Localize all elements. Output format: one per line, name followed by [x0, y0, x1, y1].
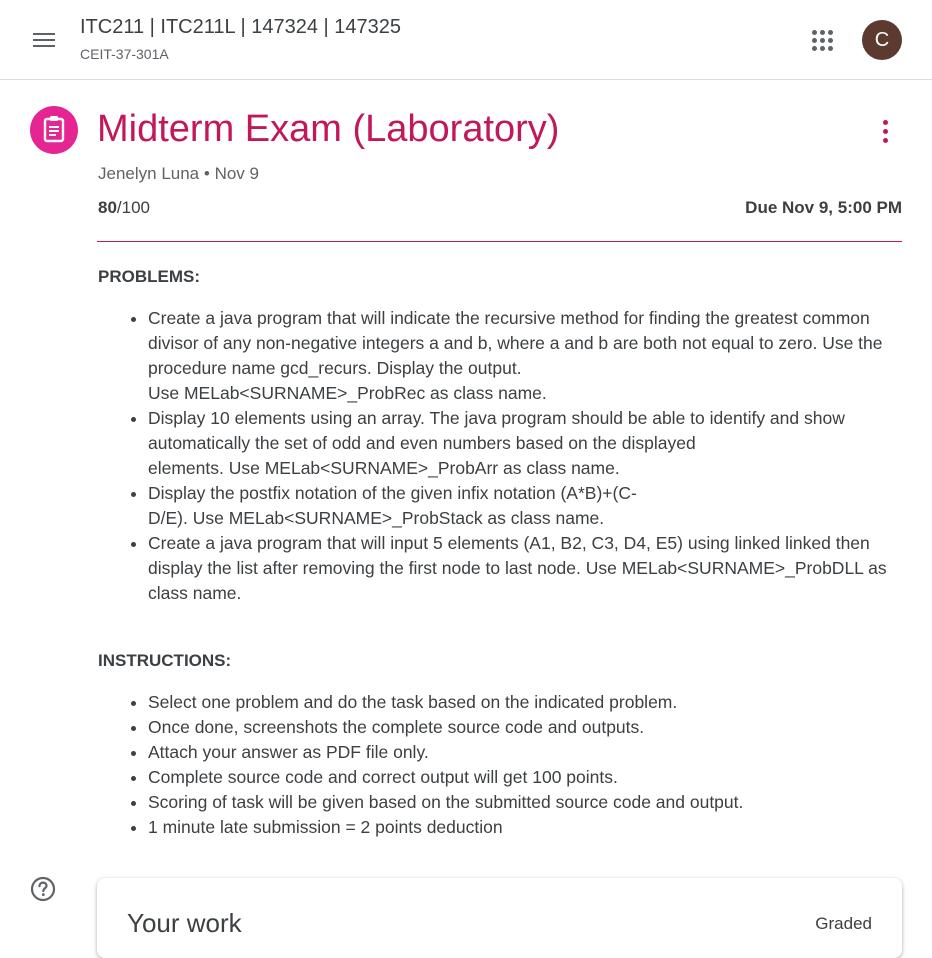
list-item: Display 10 elements using an array. The …	[148, 406, 904, 481]
problems-list: Create a java program that will indicate…	[98, 306, 904, 606]
assignment-icon	[30, 106, 78, 154]
problems-heading: PROBLEMS:	[98, 267, 200, 286]
top-bar: ITC211 | ITC211L | 147324 | 147325 CEIT-…	[0, 0, 932, 80]
avatar[interactable]: C	[862, 20, 902, 60]
list-item: Once done, screenshots the complete sour…	[148, 715, 904, 740]
instructions-list: Select one problem and do the task based…	[98, 690, 904, 840]
meta-separator: •	[203, 164, 215, 183]
page-title: Midterm Exam (Laboratory)	[97, 108, 560, 150]
list-item: 1 minute late submission = 2 points dedu…	[148, 815, 904, 840]
your-work-title: Your work	[127, 908, 242, 938]
your-work-card: Your work Graded	[97, 878, 902, 958]
apps-icon[interactable]	[806, 24, 838, 56]
points-total: /100	[116, 198, 151, 217]
instructions-heading: INSTRUCTIONS:	[98, 651, 232, 670]
author-name: Jenelyn Luna	[98, 164, 200, 183]
due-date: Due Nov 9, 5:00 PM	[745, 198, 902, 217]
list-item: Display the postfix notation of the give…	[148, 481, 904, 531]
list-item: Create a java program that will input 5 …	[148, 531, 904, 606]
list-item: Complete source code and correct output …	[148, 765, 904, 790]
divider	[97, 241, 902, 242]
menu-icon[interactable]	[25, 22, 65, 58]
status-badge: Graded	[815, 914, 872, 933]
list-item: Create a java program that will indicate…	[148, 306, 904, 406]
list-item: Scoring of task will be given based on t…	[148, 790, 904, 815]
course-section: CEIT-37-301A	[80, 46, 169, 62]
more-options-icon[interactable]	[872, 114, 900, 150]
points: 80/100	[98, 198, 150, 218]
points-earned: 80	[98, 198, 117, 217]
assignment-meta: Jenelyn Luna • Nov 9	[98, 164, 259, 184]
list-item: Attach your answer as PDF file only.	[148, 740, 904, 765]
posted-date: Nov 9	[214, 164, 259, 183]
list-item: Select one problem and do the task based…	[148, 690, 904, 715]
help-icon[interactable]	[30, 876, 56, 902]
course-title[interactable]: ITC211 | ITC211L | 147324 | 147325	[80, 16, 401, 39]
assignment-description: PROBLEMS: Create a java program that wil…	[98, 264, 904, 840]
